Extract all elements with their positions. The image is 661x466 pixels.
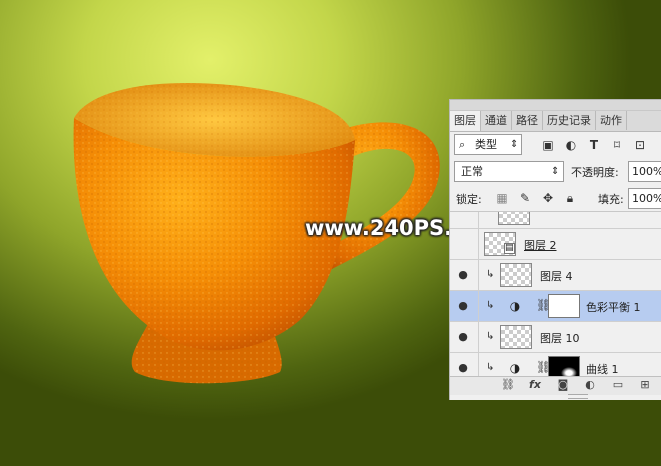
layer-name: 曲线 1 [586,363,619,376]
visibility-toggle[interactable]: ● [450,353,479,377]
eye-icon[interactable]: ● [456,330,470,344]
visibility-toggle[interactable]: ● [450,260,479,290]
fill-label: 填充: [598,193,624,206]
layer-name: 色彩平衡 1 [586,301,641,314]
blend-row: 正常 ⇕ 不透明度: 100% [450,160,661,184]
tab-layers[interactable]: 图层 [450,111,481,131]
filter-type-label: 类型 [475,138,497,151]
link-layers-icon[interactable]: ⛓︎ [500,378,516,391]
layer-row[interactable]: ● ↳ ◑ ⛓︎ 曲线 1 [450,353,661,377]
opacity-value: 100% [632,165,661,178]
eye-icon[interactable]: ● [456,299,470,313]
blend-mode-select[interactable]: 正常 ⇕ [454,161,564,182]
layer-mask-thumbnail[interactable] [548,294,580,318]
curves-adjustment-icon: ◑ [509,361,521,375]
layer-row[interactable] [450,212,661,229]
layer-thumbnail [500,325,532,349]
new-adjustment-layer-icon[interactable]: ◐ [582,378,598,391]
type-filter-icon[interactable]: T [586,137,602,153]
tab-history[interactable]: 历史记录 [543,111,596,130]
fill-input[interactable]: 100% [628,188,661,209]
tab-paths[interactable]: 路径 [512,111,543,130]
filter-row: ⌕ 类型 ⇕ ▣ ◐ T ⌑ ⊡ [450,133,661,157]
lock-label: 锁定: [456,193,482,206]
tab-channels[interactable]: 通道 [481,111,512,130]
eye-icon[interactable]: ● [456,361,470,375]
layer-name: 图层 10 [540,332,580,345]
updown-arrow-icon: ⇕ [551,166,560,177]
updown-arrow-icon: ⇕ [510,139,519,150]
lock-image-brush-icon[interactable]: ✎ [517,190,533,206]
new-group-folder-icon[interactable]: ▭ [610,378,626,391]
clipping-arrow-icon: ↳ [486,269,495,280]
lock-row: 锁定: ▦ ✎ ✥ 🔒︎ 填充: 100% [450,187,661,209]
layer-filter-select[interactable]: ⌕ 类型 ⇕ [454,134,522,155]
layer-thumbnail [498,212,530,225]
add-mask-icon[interactable]: ◙ [555,378,571,391]
panel-tabs: 图层 通道 路径 历史记录 动作 [450,111,661,132]
layers-list: ▤ 图层 2 ● ↳ 图层 4 ● ↳ ◑ ⛓︎ 色彩平衡 1 ● ↳ 图层 1… [450,211,661,377]
visibility-toggle[interactable] [450,229,479,259]
panel-resize-grip[interactable] [568,394,588,399]
shape-filter-icon[interactable]: ⌑ [609,137,625,153]
opacity-label: 不透明度: [571,166,619,179]
new-layer-icon[interactable]: ⊞ [637,378,653,391]
search-icon: ⌕ [459,138,466,151]
clipping-arrow-icon: ↳ [486,331,495,342]
fill-value: 100% [632,192,661,205]
smart-object-icon: ▤ [504,243,515,254]
lock-all-icon[interactable]: 🔒︎ [562,190,578,206]
visibility-toggle[interactable] [450,212,479,228]
layer-row[interactable]: ● ↳ 图层 10 [450,322,661,353]
layers-panel[interactable]: 图层 通道 路径 历史记录 动作 ⌕ 类型 ⇕ ▣ ◐ T ⌑ ⊡ 正常 ⇕ 不… [449,99,661,400]
color-balance-adjustment-icon: ◑ [509,299,521,313]
eye-icon[interactable]: ● [456,268,470,282]
layer-thumbnail [500,263,532,287]
layer-row-selected[interactable]: ● ↳ ◑ ⛓︎ 色彩平衡 1 [450,291,661,322]
adjustment-filter-icon[interactable]: ◐ [563,137,579,153]
visibility-toggle[interactable]: ● [450,291,479,321]
lock-transparent-icon[interactable]: ▦ [494,190,510,206]
clipping-arrow-icon: ↳ [486,362,495,373]
tab-actions[interactable]: 动作 [596,111,627,130]
panel-bottom-toolbar: ⛓︎ fx ◙ ◐ ▭ ⊞ [450,376,661,395]
clipping-arrow-icon: ↳ [486,300,495,311]
panel-title-strip[interactable] [450,100,661,111]
lock-position-move-icon[interactable]: ✥ [540,190,556,206]
smart-object-filter-icon[interactable]: ⊡ [632,137,648,153]
visibility-toggle[interactable]: ● [450,322,479,352]
layer-mask-thumbnail[interactable] [548,356,580,377]
opacity-input[interactable]: 100% [628,161,661,182]
layer-row[interactable]: ● ↳ 图层 4 [450,260,661,291]
layer-name: 图层 4 [540,270,573,283]
layer-row[interactable]: ▤ 图层 2 [450,229,661,260]
blend-mode-value: 正常 [461,165,483,178]
layer-name: 图层 2 [524,239,557,252]
fx-layer-style-icon[interactable]: fx [527,378,543,391]
image-filter-icon[interactable]: ▣ [540,137,556,153]
